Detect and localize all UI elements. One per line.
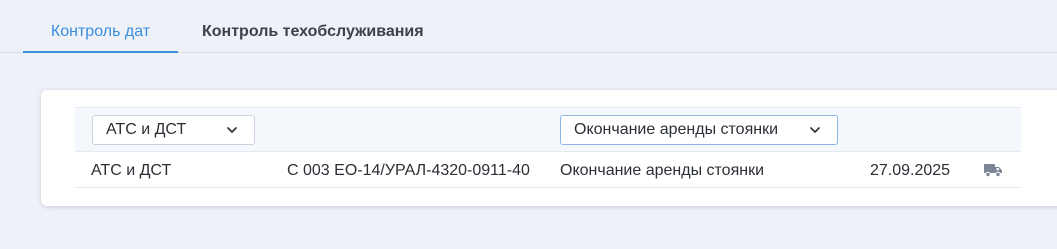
tab-bar: Контроль дат Контроль техобслуживания: [0, 0, 1057, 53]
event-type-filter-value: Окончание аренды стоянки: [574, 121, 779, 138]
vehicle-type-filter[interactable]: АТС и ДСТ: [92, 115, 255, 145]
tab-date-control[interactable]: Контроль дат: [23, 0, 178, 53]
object-cell: С 003 ЕО-14/УРАЛ-4320-0911-40: [287, 162, 530, 179]
chevron-down-icon: [227, 127, 237, 133]
vehicle-type-cell: АТС и ДСТ: [91, 162, 172, 179]
tab-maintenance-control[interactable]: Контроль техобслуживания: [202, 0, 424, 53]
event-type-filter[interactable]: Окончание аренды стоянки: [560, 115, 838, 145]
date-cell: 27.09.2025: [870, 162, 951, 179]
table-row[interactable]: АТС и ДСТ С 003 ЕО-14/УРАЛ-4320-0911-40 …: [75, 152, 1021, 188]
filter-row: АТС и ДСТ Окончание аренды стоянки: [75, 107, 1021, 152]
content-card: АТС и ДСТ Окончание аренды стоянки АТС и…: [41, 90, 1057, 206]
event-cell: Окончание аренды стоянки: [560, 162, 765, 179]
chevron-down-icon: [810, 127, 820, 133]
truck-icon[interactable]: [983, 162, 1003, 178]
vehicle-type-filter-value: АТС и ДСТ: [106, 121, 187, 138]
